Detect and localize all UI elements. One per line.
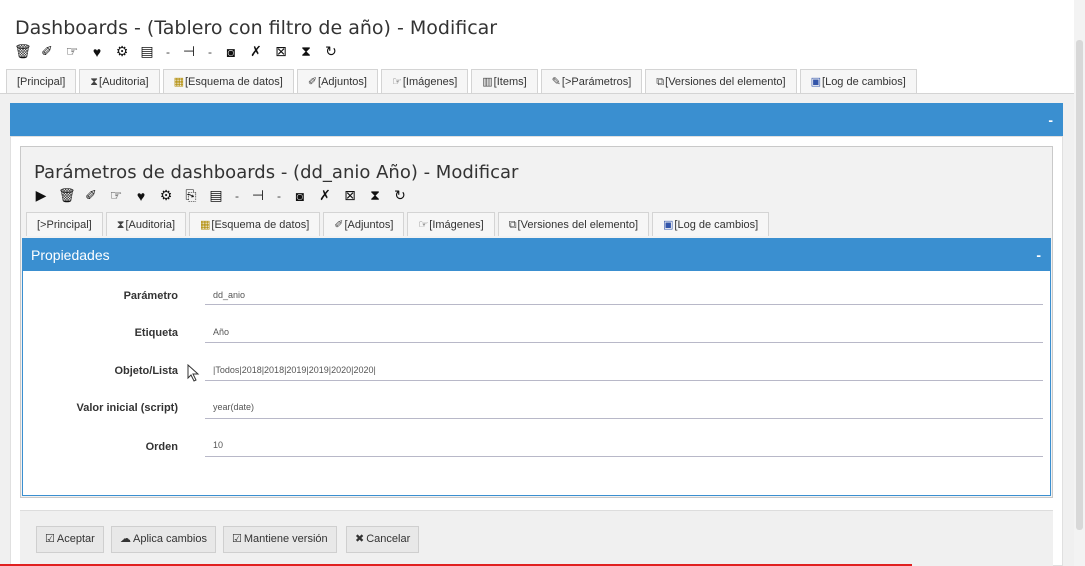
edit-icon: ✎ xyxy=(551,76,561,88)
refresh-icon[interactable]: ↻ xyxy=(392,187,408,204)
field-label: Etiqueta xyxy=(134,327,178,339)
pin-icon[interactable]: ✐ xyxy=(39,43,55,60)
cancel-button[interactable]: ✖ Cancelar xyxy=(346,526,420,553)
accept-button[interactable]: ☑ Aceptar xyxy=(36,526,104,553)
cloud-upload-icon: ☁ xyxy=(120,533,131,545)
tab-log-cambios[interactable]: ▣[Log de cambios] xyxy=(652,212,770,236)
apply-changes-button[interactable]: ☁ Aplica cambios xyxy=(111,526,216,553)
transfer-icon[interactable]: ⊣ xyxy=(181,43,197,60)
keep-version-button[interactable]: ☑ Mantiene versión xyxy=(223,526,337,553)
tools-icon[interactable]: ⚙ xyxy=(158,187,174,204)
field-underline xyxy=(205,304,1043,305)
hand-icon: ☞ xyxy=(391,76,402,88)
bar-chart-icon: ▥ xyxy=(482,76,493,88)
collapse-button[interactable]: - xyxy=(1048,112,1053,128)
copy-icon[interactable]: ⎘ xyxy=(183,187,199,204)
close-icon: ✖ xyxy=(355,533,365,545)
refresh-icon[interactable]: ↻ xyxy=(323,43,339,60)
field-label: Valor inicial (script) xyxy=(76,402,178,414)
hand-icon[interactable]: ☞ xyxy=(64,43,80,60)
field-underline xyxy=(205,418,1043,419)
tab-auditoria[interactable]: ⧗[Auditoria] xyxy=(79,69,160,93)
tab-imagenes[interactable]: ☞[Imágenes] xyxy=(380,69,469,93)
scrollbar-thumb[interactable] xyxy=(1076,40,1083,530)
properties-title: Propiedades xyxy=(31,247,110,263)
pin-icon: ✐ xyxy=(334,219,344,231)
outer-toolbar: 🗑 ✐ ☞ ♥ ⚙ ▤ - ⊣ - ◙ ✗ ⊠ ⧗ ↻ xyxy=(14,43,339,60)
inner-title: Parámetros de dashboards - (dd_anio Año)… xyxy=(34,162,519,183)
etiqueta-field[interactable]: Año xyxy=(213,327,229,337)
clipboard-icon[interactable]: ▤ xyxy=(208,187,224,204)
transfer-icon[interactable]: ⊣ xyxy=(250,187,266,204)
binoculars-icon[interactable]: ◙ xyxy=(292,188,308,204)
chevron-down-icon[interactable]: - xyxy=(164,45,172,59)
check-icon: ☑ xyxy=(45,533,55,545)
hourglass-icon[interactable]: ⧗ xyxy=(367,187,383,204)
versions-icon: ⧉ xyxy=(656,76,665,88)
check-icon: ☑ xyxy=(232,533,242,545)
tab-principal[interactable]: [>Principal] xyxy=(26,212,103,236)
outer-tabs: [Principal] ⧗[Auditoria] ▦[Esquema de da… xyxy=(6,69,920,93)
tab-auditoria[interactable]: ⧗[Auditoria] xyxy=(105,212,186,236)
log-icon: ▣ xyxy=(810,76,822,88)
box-icon[interactable]: ⊠ xyxy=(342,187,358,204)
mouse-cursor-icon xyxy=(187,364,200,382)
hourglass-icon: ⧗ xyxy=(116,219,125,231)
tab-items[interactable]: ▥[Items] xyxy=(471,69,538,93)
objeto-lista-field[interactable]: |Todos|2018|2018|2019|2019|2020|2020| xyxy=(213,365,376,375)
inner-toolbar: ▶ 🗑 ✐ ☞ ♥ ⚙ ⎘ ▤ - ⊣ - ◙ ✗ ⊠ ⧗ ↻ xyxy=(33,187,408,204)
properties-header: Propiedades - xyxy=(22,238,1051,271)
parametro-field[interactable]: dd_anio xyxy=(213,290,245,300)
hand-icon[interactable]: ☞ xyxy=(108,187,124,204)
field-label: Parámetro xyxy=(123,290,178,302)
wrench-icon[interactable]: ✗ xyxy=(248,43,264,60)
tab-parametros[interactable]: ✎[>Parámetros] xyxy=(540,69,643,93)
play-icon[interactable]: ▶ xyxy=(33,187,49,204)
valor-inicial-field[interactable]: year(date) xyxy=(213,402,254,412)
hourglass-icon: ⧗ xyxy=(90,76,99,88)
versions-icon: ⧉ xyxy=(508,219,517,231)
tab-adjuntos[interactable]: ✐[Adjuntos] xyxy=(323,212,405,236)
collapse-button[interactable]: - xyxy=(1036,247,1041,263)
tab-esquema-datos[interactable]: ▦[Esquema de datos] xyxy=(189,212,321,236)
schema-icon: ▦ xyxy=(200,219,211,231)
tab-versiones[interactable]: ⧉[Versiones del elemento] xyxy=(645,69,797,93)
page-title: Dashboards - (Tablero con filtro de año)… xyxy=(15,17,498,39)
orden-field[interactable]: 10 xyxy=(213,440,223,450)
log-icon: ▣ xyxy=(663,219,674,231)
field-label: Orden xyxy=(145,441,178,453)
schema-icon: ▦ xyxy=(173,76,184,88)
tools-icon[interactable]: ⚙ xyxy=(114,43,130,60)
pin-icon[interactable]: ✐ xyxy=(83,187,99,204)
heart-icon[interactable]: ♥ xyxy=(89,44,105,60)
hand-icon: ☞ xyxy=(418,219,429,231)
clipboard-icon[interactable]: ▤ xyxy=(139,43,155,60)
outer-panel-header: - xyxy=(10,103,1063,136)
binoculars-icon[interactable]: ◙ xyxy=(223,44,239,60)
tab-imagenes[interactable]: ☞[Imágenes] xyxy=(407,212,495,236)
field-label: Objeto/Lista xyxy=(114,365,178,377)
pin-icon: ✐ xyxy=(307,76,318,88)
tab-log-cambios[interactable]: ▣[Log de cambios] xyxy=(799,69,917,93)
chevron-down-icon[interactable]: - xyxy=(206,45,214,59)
tab-adjuntos[interactable]: ✐[Adjuntos] xyxy=(296,69,378,93)
trash-icon[interactable]: 🗑 xyxy=(14,43,32,60)
field-underline xyxy=(205,380,1043,381)
tab-esquema-datos[interactable]: ▦[Esquema de datos] xyxy=(162,69,294,93)
tab-principal[interactable]: [Principal] xyxy=(6,69,77,93)
field-underline xyxy=(205,342,1043,343)
inner-tabs: [>Principal] ⧗[Auditoria] ▦[Esquema de d… xyxy=(26,212,772,236)
box-icon[interactable]: ⊠ xyxy=(273,43,289,60)
wrench-icon[interactable]: ✗ xyxy=(317,187,333,204)
hourglass-icon[interactable]: ⧗ xyxy=(298,43,314,60)
trash-icon[interactable]: 🗑 xyxy=(58,187,76,204)
heart-icon[interactable]: ♥ xyxy=(133,188,149,204)
tab-versiones[interactable]: ⧉[Versiones del elemento] xyxy=(497,212,650,236)
chevron-down-icon[interactable]: - xyxy=(233,189,241,203)
chevron-down-icon[interactable]: - xyxy=(275,189,283,203)
field-underline xyxy=(205,456,1043,457)
